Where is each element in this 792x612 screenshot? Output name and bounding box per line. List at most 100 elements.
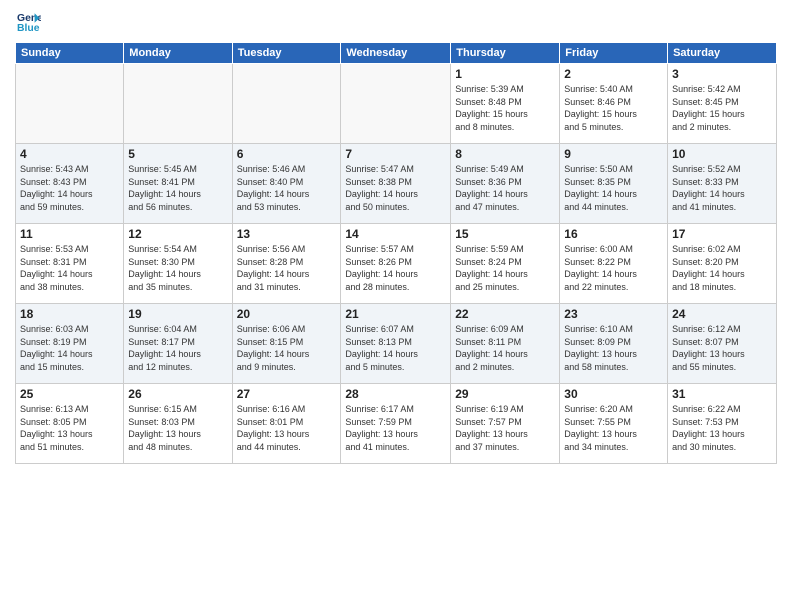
calendar-cell: 10Sunrise: 5:52 AM Sunset: 8:33 PM Dayli… xyxy=(668,144,777,224)
calendar-header-wednesday: Wednesday xyxy=(341,43,451,64)
day-detail: Sunrise: 6:17 AM Sunset: 7:59 PM Dayligh… xyxy=(345,403,446,453)
calendar-cell: 20 Sunrise: 6:06 AM Sunset: 8:15 PM Dayli… xyxy=(232,304,341,384)
calendar-cell: 28 Sunrise: 6:17 AM Sunset: 7:59 PM Dayli… xyxy=(341,384,451,464)
calendar-cell: 7 Sunrise: 5:47 AM Sunset: 8:38 PM Daylig… xyxy=(341,144,451,224)
calendar-cell: 29Sunrise: 6:19 AM Sunset: 7:57 PM Dayli… xyxy=(451,384,560,464)
day-detail: Sunrise: 5:56 AM Sunset: 8:28 PM Dayligh… xyxy=(237,243,337,293)
calendar-cell: 15 Sunrise: 5:59 AM Sunset: 8:24 PM Dayli… xyxy=(451,224,560,304)
calendar-week-row: 18Sunrise: 6:03 AM Sunset: 8:19 PM Dayli… xyxy=(16,304,777,384)
day-detail: Sunrise: 5:46 AM Sunset: 8:40 PM Dayligh… xyxy=(237,163,337,213)
calendar-header-monday: Monday xyxy=(124,43,232,64)
day-number: 26 xyxy=(128,387,227,401)
svg-text:Blue: Blue xyxy=(17,23,40,34)
day-number: 19 xyxy=(128,307,227,321)
calendar-cell xyxy=(16,64,124,144)
calendar-cell: 6 Sunrise: 5:46 AM Sunset: 8:40 PM Daylig… xyxy=(232,144,341,224)
calendar-cell: 25 Sunrise: 6:13 AM Sunset: 8:05 PM Dayli… xyxy=(16,384,124,464)
calendar-cell: 8 Sunrise: 5:49 AM Sunset: 8:36 PM Daylig… xyxy=(451,144,560,224)
calendar-week-row: 1Sunrise: 5:39 AM Sunset: 8:48 PM Daylig… xyxy=(16,64,777,144)
day-number: 17 xyxy=(672,227,772,241)
day-number: 8 xyxy=(455,147,555,161)
day-number: 25 xyxy=(20,387,119,401)
calendar-cell xyxy=(341,64,451,144)
day-detail: Sunrise: 6:12 AM Sunset: 8:07 PM Dayligh… xyxy=(672,323,772,373)
day-number: 28 xyxy=(345,387,446,401)
day-number: 13 xyxy=(237,227,337,241)
day-detail: Sunrise: 5:47 AM Sunset: 8:38 PM Dayligh… xyxy=(345,163,446,213)
day-detail: Sunrise: 5:42 AM Sunset: 8:45 PM Dayligh… xyxy=(672,83,772,133)
calendar-cell: 1Sunrise: 5:39 AM Sunset: 8:48 PM Daylig… xyxy=(451,64,560,144)
day-number: 31 xyxy=(672,387,772,401)
day-detail: Sunrise: 6:15 AM Sunset: 8:03 PM Dayligh… xyxy=(128,403,227,453)
day-detail: Sunrise: 6:04 AM Sunset: 8:17 PM Dayligh… xyxy=(128,323,227,373)
calendar-cell: 18Sunrise: 6:03 AM Sunset: 8:19 PM Dayli… xyxy=(16,304,124,384)
day-detail: Sunrise: 6:00 AM Sunset: 8:22 PM Dayligh… xyxy=(564,243,663,293)
day-detail: Sunrise: 5:39 AM Sunset: 8:48 PM Dayligh… xyxy=(455,83,555,133)
calendar-cell: 4 Sunrise: 5:43 AM Sunset: 8:43 PM Daylig… xyxy=(16,144,124,224)
day-detail: Sunrise: 6:09 AM Sunset: 8:11 PM Dayligh… xyxy=(455,323,555,373)
day-number: 27 xyxy=(237,387,337,401)
header: General Blue xyxy=(15,10,777,34)
calendar-header-thursday: Thursday xyxy=(451,43,560,64)
day-number: 2 xyxy=(564,67,663,81)
calendar-header-row: SundayMondayTuesdayWednesdayThursdayFrid… xyxy=(16,43,777,64)
calendar-cell: 27Sunrise: 6:16 AM Sunset: 8:01 PM Dayli… xyxy=(232,384,341,464)
calendar-week-row: 11Sunrise: 5:53 AM Sunset: 8:31 PM Dayli… xyxy=(16,224,777,304)
day-detail: Sunrise: 6:20 AM Sunset: 7:55 PM Dayligh… xyxy=(564,403,663,453)
day-number: 9 xyxy=(564,147,663,161)
day-detail: Sunrise: 6:03 AM Sunset: 8:19 PM Dayligh… xyxy=(20,323,119,373)
day-number: 30 xyxy=(564,387,663,401)
calendar-cell: 11Sunrise: 5:53 AM Sunset: 8:31 PM Dayli… xyxy=(16,224,124,304)
calendar-cell: 14Sunrise: 5:57 AM Sunset: 8:26 PM Dayli… xyxy=(341,224,451,304)
logo-icon: General Blue xyxy=(17,10,41,34)
calendar-cell: 21Sunrise: 6:07 AM Sunset: 8:13 PM Dayli… xyxy=(341,304,451,384)
day-detail: Sunrise: 5:40 AM Sunset: 8:46 PM Dayligh… xyxy=(564,83,663,133)
day-number: 7 xyxy=(345,147,446,161)
day-number: 16 xyxy=(564,227,663,241)
day-number: 22 xyxy=(455,307,555,321)
calendar-cell: 17 Sunrise: 6:02 AM Sunset: 8:20 PM Dayli… xyxy=(668,224,777,304)
calendar-table: SundayMondayTuesdayWednesdayThursdayFrid… xyxy=(15,42,777,464)
page: General Blue SundayMondayTuesdayWednesda… xyxy=(0,0,792,612)
day-detail: Sunrise: 5:50 AM Sunset: 8:35 PM Dayligh… xyxy=(564,163,663,213)
day-number: 20 xyxy=(237,307,337,321)
day-number: 5 xyxy=(128,147,227,161)
day-detail: Sunrise: 5:57 AM Sunset: 8:26 PM Dayligh… xyxy=(345,243,446,293)
logo: General Blue xyxy=(15,10,45,34)
calendar-cell: 12Sunrise: 5:54 AM Sunset: 8:30 PM Dayli… xyxy=(124,224,232,304)
day-number: 15 xyxy=(455,227,555,241)
day-detail: Sunrise: 5:49 AM Sunset: 8:36 PM Dayligh… xyxy=(455,163,555,213)
day-detail: Sunrise: 5:52 AM Sunset: 8:33 PM Dayligh… xyxy=(672,163,772,213)
calendar-header-sunday: Sunday xyxy=(16,43,124,64)
calendar-cell: 19 Sunrise: 6:04 AM Sunset: 8:17 PM Dayli… xyxy=(124,304,232,384)
calendar-cell: 30 Sunrise: 6:20 AM Sunset: 7:55 PM Dayli… xyxy=(560,384,668,464)
day-number: 4 xyxy=(20,147,119,161)
day-detail: Sunrise: 6:06 AM Sunset: 8:15 PM Dayligh… xyxy=(237,323,337,373)
day-detail: Sunrise: 6:22 AM Sunset: 7:53 PM Dayligh… xyxy=(672,403,772,453)
day-detail: Sunrise: 6:13 AM Sunset: 8:05 PM Dayligh… xyxy=(20,403,119,453)
calendar-cell: 31 Sunrise: 6:22 AM Sunset: 7:53 PM Dayli… xyxy=(668,384,777,464)
day-detail: Sunrise: 6:02 AM Sunset: 8:20 PM Dayligh… xyxy=(672,243,772,293)
day-number: 3 xyxy=(672,67,772,81)
calendar-cell xyxy=(232,64,341,144)
calendar-cell: 13 Sunrise: 5:56 AM Sunset: 8:28 PM Dayli… xyxy=(232,224,341,304)
day-detail: Sunrise: 5:59 AM Sunset: 8:24 PM Dayligh… xyxy=(455,243,555,293)
calendar-cell: 24 Sunrise: 6:12 AM Sunset: 8:07 PM Dayli… xyxy=(668,304,777,384)
calendar-week-row: 4 Sunrise: 5:43 AM Sunset: 8:43 PM Daylig… xyxy=(16,144,777,224)
day-detail: Sunrise: 5:43 AM Sunset: 8:43 PM Dayligh… xyxy=(20,163,119,213)
day-number: 29 xyxy=(455,387,555,401)
calendar-header-tuesday: Tuesday xyxy=(232,43,341,64)
day-detail: Sunrise: 5:54 AM Sunset: 8:30 PM Dayligh… xyxy=(128,243,227,293)
day-number: 6 xyxy=(237,147,337,161)
day-detail: Sunrise: 6:10 AM Sunset: 8:09 PM Dayligh… xyxy=(564,323,663,373)
calendar-cell: 5Sunrise: 5:45 AM Sunset: 8:41 PM Daylig… xyxy=(124,144,232,224)
day-number: 24 xyxy=(672,307,772,321)
day-number: 23 xyxy=(564,307,663,321)
calendar-cell: 16 Sunrise: 6:00 AM Sunset: 8:22 PM Dayli… xyxy=(560,224,668,304)
calendar-week-row: 25 Sunrise: 6:13 AM Sunset: 8:05 PM Dayli… xyxy=(16,384,777,464)
calendar-cell: 23 Sunrise: 6:10 AM Sunset: 8:09 PM Dayli… xyxy=(560,304,668,384)
calendar-header-saturday: Saturday xyxy=(668,43,777,64)
calendar-cell: 26 Sunrise: 6:15 AM Sunset: 8:03 PM Dayli… xyxy=(124,384,232,464)
calendar-cell: 3 Sunrise: 5:42 AM Sunset: 8:45 PM Daylig… xyxy=(668,64,777,144)
day-number: 21 xyxy=(345,307,446,321)
